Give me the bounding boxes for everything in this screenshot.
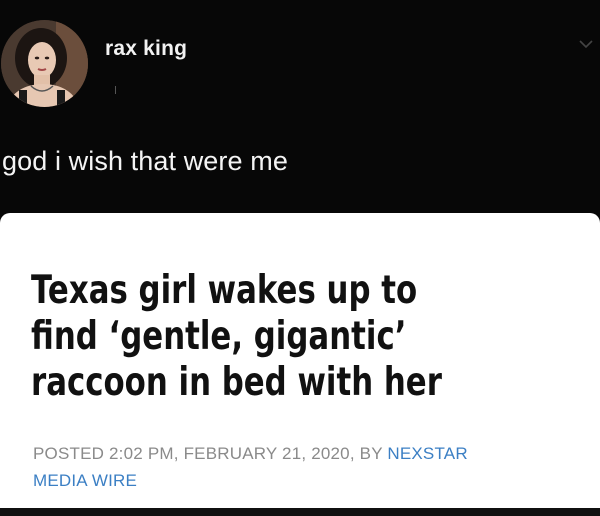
article-headline[interactable]: Texas girl wakes up to find ‘gentle, gig… <box>31 268 458 406</box>
headline-line: raccoon in bed with her <box>31 360 442 405</box>
author-link[interactable]: NEXSTAR <box>387 444 467 463</box>
handle[interactable] <box>115 86 126 94</box>
author-link-continued[interactable]: MEDIA WIRE <box>33 471 137 490</box>
headline-line: find ‘gentle, gigantic’ <box>31 314 407 359</box>
chevron-down-icon[interactable] <box>578 38 594 50</box>
bottom-edge <box>0 508 600 516</box>
tweet-text: god i wish that were me <box>2 146 288 176</box>
display-name[interactable]: rax king <box>105 37 187 61</box>
posted-date: POSTED 2:02 PM, FEBRUARY 21, 2020, BY <box>33 444 388 463</box>
tweet-screenshot: rax king god i wish that were me Texas g… <box>0 0 600 516</box>
article-byline: POSTED 2:02 PM, FEBRUARY 21, 2020, BY NE… <box>33 440 533 494</box>
avatar[interactable] <box>1 20 88 107</box>
avatar-photo <box>1 20 88 107</box>
headline-line: Texas girl wakes up to <box>31 268 418 313</box>
